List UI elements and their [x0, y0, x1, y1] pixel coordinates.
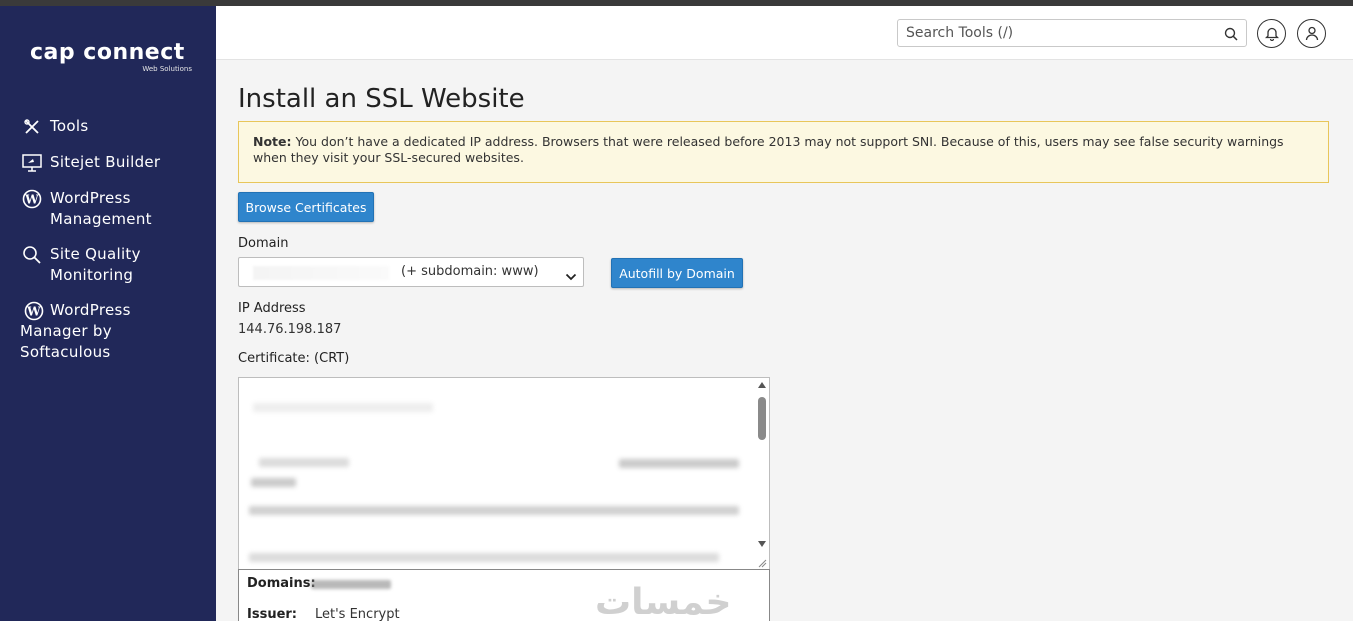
sidebar-item-label: Tools [50, 117, 89, 135]
svg-text:W: W [26, 305, 41, 319]
sidebar: cap connect Web Solutions Tools Sitejet … [0, 6, 216, 621]
sidebar-item-label: Sitejet Builder [50, 153, 161, 171]
sni-warning-note: Note: You don’t have a dedicated IP addr… [238, 121, 1329, 183]
certificate-scrollbar[interactable] [755, 378, 769, 569]
note-label: Note: [253, 134, 292, 149]
sidebar-nav: Tools Sitejet Builder W WordPress Manage… [20, 116, 210, 377]
logo-tagline: Web Solutions [142, 65, 192, 73]
sitejet-icon [20, 152, 44, 174]
scroll-down-icon[interactable] [758, 541, 766, 547]
user-icon [1305, 26, 1318, 41]
watermark: خمسات [595, 582, 732, 621]
scroll-up-icon[interactable] [758, 382, 766, 388]
sidebar-item-label: Site Quality Monitoring [50, 245, 141, 284]
page-title: Install an SSL Website [238, 84, 525, 114]
domains-redacted [311, 580, 391, 589]
sidebar-item-tools[interactable]: Tools [20, 116, 210, 138]
note-text: You don’t have a dedicated IP address. B… [253, 134, 1284, 165]
logo-wordmark: cap connect [30, 40, 185, 65]
ip-address-value: 144.76.198.187 [238, 322, 342, 337]
wordpress-icon: W [22, 300, 46, 322]
domain-select[interactable]: (+ subdomain: www) [238, 257, 584, 287]
redacted-line [249, 506, 739, 515]
redacted-line [259, 458, 349, 467]
domain-label: Domain [238, 236, 289, 251]
bell-icon [1264, 27, 1279, 41]
resize-handle-icon[interactable] [757, 558, 767, 568]
browse-certificates-button[interactable]: Browse Certificates [238, 192, 374, 222]
search-input[interactable] [898, 20, 1208, 46]
certificate-textarea[interactable] [238, 377, 770, 570]
issuer-value: Let's Encrypt [315, 607, 400, 621]
chevron-down-icon [565, 267, 577, 286]
redacted-line [251, 478, 296, 487]
redacted-line [619, 459, 739, 468]
sidebar-item-wordpress-softaculous[interactable]: W WordPress Manager by Softaculous [20, 300, 180, 363]
domains-label: Domains: [247, 576, 316, 591]
ip-address-label: IP Address [238, 301, 306, 316]
sidebar-item-sitejet[interactable]: Sitejet Builder [20, 152, 210, 174]
search-box[interactable] [897, 19, 1247, 47]
redacted-line [253, 403, 433, 412]
sidebar-item-label: WordPress Management [50, 189, 152, 228]
domain-redacted [253, 266, 389, 280]
scroll-thumb[interactable] [758, 397, 766, 440]
tools-icon [20, 116, 44, 138]
domain-select-value: (+ subdomain: www) [401, 264, 539, 279]
redacted-line [249, 553, 719, 562]
certificate-label: Certificate: (CRT) [238, 351, 350, 366]
sidebar-item-site-quality[interactable]: Site Quality Monitoring [20, 244, 210, 286]
sidebar-item-wordpress-management[interactable]: W WordPress Management [20, 188, 210, 230]
svg-text:W: W [24, 193, 39, 207]
certificate-details: Domains: Issuer: Let's Encrypt خمسات [238, 569, 770, 621]
top-bar [216, 6, 1353, 60]
issuer-label: Issuer: [247, 607, 297, 621]
autofill-by-domain-button[interactable]: Autofill by Domain [611, 258, 743, 288]
wordpress-icon: W [20, 188, 44, 210]
search-icon[interactable] [1224, 26, 1238, 45]
logo[interactable]: cap connect Web Solutions [30, 40, 200, 80]
app-frame: cap connect Web Solutions Tools Sitejet … [0, 6, 1353, 621]
user-menu-button[interactable] [1297, 19, 1326, 48]
magnifier-icon [20, 244, 44, 266]
notifications-button[interactable] [1257, 19, 1286, 48]
